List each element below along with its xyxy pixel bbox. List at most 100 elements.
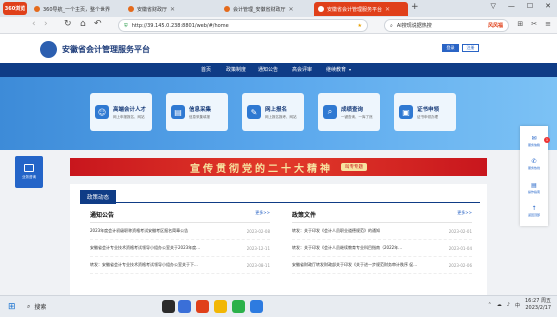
news-section: 政策动态 通知公告 更多>> 2023年度会计初级职称资格考试安徽考区报名简章公告… (70, 184, 487, 295)
item-title[interactable]: 转发：安徽省会计专业技术资格考试领导小组办公室关于下... (90, 262, 230, 268)
clock-date: 2023/2/17 (525, 305, 551, 311)
hotline-button[interactable]: ✆ 服务热线 (528, 158, 540, 170)
browser-logo[interactable]: 360浏览 (3, 2, 27, 15)
card-certificate[interactable]: ▣ 证书申领 证书申领办理 (394, 93, 456, 131)
phone-icon: ✆ (531, 158, 537, 166)
more-link[interactable]: 更多>> (255, 210, 270, 216)
wechat-icon[interactable] (232, 300, 245, 313)
site-header: 安徽省会计管理服务平台 登录 注册 (0, 34, 557, 63)
browser-tab-bar: 360浏览 360导航_一个主页，整个世界 安徽省财政厅 ✕ 会计管理_安徽省财政… (0, 0, 557, 17)
nav-home[interactable]: 首页 (201, 63, 211, 77)
list-item[interactable]: 安徽省财政厅转发财政部关于印发《关于进一步规范财务审计秩序 促... 2023-0… (292, 257, 472, 274)
tab-favicon-icon (34, 6, 40, 12)
folder-icon[interactable] (214, 300, 227, 313)
list-item[interactable]: 安徽省会计专业技术资格考试领导小组办公室关于2023年度... 2023-12-1… (90, 240, 270, 257)
search-icon: ⌕ (390, 22, 393, 29)
tab-list-button[interactable]: ▽ (490, 2, 495, 10)
site-title[interactable]: 安徽省会计管理服务平台 (62, 44, 150, 55)
guide-icon: ▤ (531, 181, 537, 189)
tab-favicon-icon (224, 6, 230, 12)
tab-label: 360导航_一个主页，整个世界 (43, 6, 111, 13)
volume-icon[interactable]: ♪ (507, 302, 510, 308)
app-icon[interactable] (250, 300, 263, 313)
chevron-up-icon[interactable]: ⌃ (488, 302, 492, 308)
item-title[interactable]: 转发：关于印发《会计人员职业道德规范》的通知 (292, 228, 432, 234)
card-subtitle: 一键查询、一库了然 (341, 114, 373, 119)
url-text: http://39.145.0.238:8801/web/#/home (131, 22, 229, 29)
tab-platform[interactable]: 安徽省会计管理服务平台 ✕ (314, 2, 408, 16)
consult-float-button[interactable]: 业务咨询 (15, 156, 43, 188)
list-item[interactable]: 转发：关于印发《会计人员职业道德规范》的通知 2023-02-01 (292, 223, 472, 240)
notification-badge: 1 (543, 136, 550, 143)
item-date: 2023-02-06 (448, 262, 472, 268)
menu-icon[interactable]: ≡ (545, 20, 551, 28)
mailbox-button[interactable]: ✉ 服务信箱 1 (528, 135, 550, 147)
nav-notices[interactable]: 通知公告 (258, 63, 278, 77)
list-item[interactable]: 转发：安徽省会计专业技术资格考试领导小组办公室关于下... 2023-08-11 (90, 257, 270, 274)
card-title: 证书申领 (417, 106, 440, 113)
file-explorer-icon[interactable] (178, 300, 191, 313)
chevron-down-icon[interactable]: ▾ (349, 63, 351, 77)
card-score-query[interactable]: ⌕ 成绩查询 一键查询、一库了然 (318, 93, 380, 131)
close-icon[interactable]: ✕ (289, 6, 294, 13)
item-title[interactable]: 2023年度会计初级职称资格考试安徽考区报名简章公告 (90, 228, 230, 234)
close-icon[interactable]: ✕ (170, 6, 175, 13)
search-tag: 风风福 (487, 23, 503, 29)
nav-education[interactable]: 继续教育 (326, 63, 346, 77)
ime-indicator[interactable]: 中 (515, 302, 520, 309)
taskbar-search[interactable]: ⌕ 搜索 (22, 299, 142, 314)
tab-accounting-mgmt[interactable]: 会计管理_安徽省财政厅 ✕ (220, 2, 312, 16)
login-button[interactable]: 登录 (442, 44, 459, 52)
browser-360-icon[interactable] (196, 300, 209, 313)
maximize-button[interactable]: ☐ (527, 2, 533, 10)
extensions-icon[interactable]: ⊞ (517, 20, 523, 28)
os-taskbar: ⊞ ⌕ 搜索 ⌃ ☁ ♪ 中 16:27 周五 2023/2/17 (0, 295, 557, 317)
card-subtitle: 信息采集填报 (189, 114, 210, 119)
item-title[interactable]: 转发：关于印发《会计人员继续教育专业科目指南（2022年... (292, 245, 432, 251)
back-to-top-button[interactable]: ↑ 返回顶部 (528, 205, 540, 217)
close-window-button[interactable]: ✕ (545, 2, 551, 10)
promo-banner[interactable]: 宣传贯彻党的二十大精神 叫专专题 (70, 158, 487, 176)
url-field[interactable]: ⛨ http://39.145.0.238:8801/web/#/home ★ (118, 19, 368, 32)
item-title[interactable]: 安徽省会计专业技术资格考试领导小组办公室关于2023年度... (90, 245, 230, 251)
minimize-button[interactable]: — (508, 2, 515, 10)
card-talent[interactable]: ☺ 高端会计人才 网上申报报名、网站 (90, 93, 152, 131)
card-info-collect[interactable]: ▤ 信息采集 信息采集填报 (166, 93, 228, 131)
close-icon[interactable]: ✕ (385, 6, 390, 13)
item-date: 2023-08-11 (246, 262, 270, 268)
nav-policy[interactable]: 政策制度 (226, 63, 246, 77)
back-arrow-icon[interactable]: ‹ (32, 19, 36, 29)
pen-icon: ✎ (247, 105, 261, 119)
task-view-icon[interactable] (162, 300, 175, 313)
site-logo[interactable] (40, 41, 57, 58)
main-nav: 首页 政策制度 通知公告 高会评审 继续教育 ▾ (0, 63, 557, 77)
card-registration[interactable]: ✎ 网上报名 网上报名报考、网站 (242, 93, 304, 131)
browser-search-field[interactable]: ⌕ AI搜现说据热搜 风风福 (384, 19, 509, 32)
card-title: 高端会计人才 (113, 106, 147, 113)
address-toolbar: ‹ › ↻ ⌂ ↶ ⛨ http://39.145.0.238:8801/web… (0, 17, 557, 34)
list-item[interactable]: 转发：关于印发《会计人员继续教育专业科目指南（2022年... 2023-01-0… (292, 240, 472, 257)
star-icon[interactable]: ★ (358, 23, 362, 29)
refresh-icon[interactable]: ↻ (64, 19, 72, 29)
more-link[interactable]: 更多>> (457, 210, 472, 216)
tab-360-nav[interactable]: 360导航_一个主页，整个世界 (30, 2, 122, 16)
new-tab-button[interactable]: + (411, 2, 419, 12)
guide-button[interactable]: ▤ 操作指南 (528, 182, 540, 194)
undo-icon[interactable]: ↶ (94, 19, 102, 29)
item-title[interactable]: 安徽省财政厅转发财政部关于印发《关于进一步规范财务审计秩序 促... (292, 262, 432, 268)
tab-finance-dept[interactable]: 安徽省财政厅 ✕ (124, 2, 216, 16)
register-button[interactable]: 注册 (462, 44, 479, 52)
home-icon[interactable]: ⌂ (80, 19, 86, 29)
list-item[interactable]: 2023年度会计初级职称资格考试安徽考区报名简章公告 2023-02-08 (90, 223, 270, 240)
guide-label: 操作指南 (527, 189, 540, 194)
scissors-icon[interactable]: ✂ (531, 20, 537, 28)
card-subtitle: 证书申领办理 (417, 114, 438, 119)
tab-label: 安徽省会计管理服务平台 (327, 6, 383, 13)
tab-favicon-icon (128, 6, 134, 12)
clock[interactable]: 16:27 周五 2023/2/17 (525, 298, 551, 312)
nav-senior-review[interactable]: 高会评审 (292, 63, 312, 77)
windows-start-icon[interactable]: ⊞ (8, 302, 16, 312)
forward-arrow-icon[interactable]: › (44, 19, 48, 29)
notices-panel: 通知公告 更多>> 2023年度会计初级职称资格考试安徽考区报名简章公告 2023-… (90, 210, 270, 274)
network-icon[interactable]: ☁ (497, 302, 502, 308)
